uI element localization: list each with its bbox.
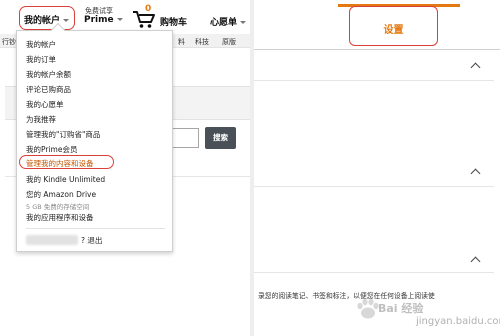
search-input[interactable] bbox=[172, 128, 199, 148]
prime-menu-button[interactable]: Prime bbox=[84, 15, 123, 25]
watermark-url: jingyan.baidu.com bbox=[416, 316, 500, 327]
nav-bar: 我的帐户 免费试享 Prime 0 购物车 心愿单 bbox=[0, 0, 250, 34]
divider bbox=[26, 228, 165, 229]
chevron-up-icon[interactable] bbox=[470, 256, 481, 267]
category-link[interactable]: 料 bbox=[178, 37, 185, 47]
prime-label: Prime bbox=[84, 15, 114, 25]
chevron-up-icon[interactable] bbox=[470, 168, 481, 179]
tab-strip: 设置 bbox=[254, 0, 500, 50]
category-link[interactable]: 行钞 bbox=[2, 37, 16, 47]
cart-icon[interactable] bbox=[132, 9, 156, 29]
menu-item-kindle-unlimited[interactable]: 我的 Kindle Unlimited bbox=[26, 174, 105, 185]
menu-item-my-account[interactable]: 我的帐户 bbox=[26, 39, 56, 50]
tab-settings-label: 设置 bbox=[383, 25, 404, 36]
chevron-down-icon bbox=[63, 19, 70, 22]
signout-link[interactable]: ? 退出 bbox=[81, 235, 102, 246]
chevron-down-icon bbox=[116, 18, 123, 21]
menu-item-prime[interactable]: 我的Prime会员 bbox=[26, 144, 77, 155]
category-link[interactable]: 科技 bbox=[195, 37, 209, 47]
menu-item-content-devices[interactable]: 管理我的内容和设备 bbox=[26, 158, 94, 169]
right-panel: 设置 录您的阅读笔记、书签和标注，以便您在任何设备上阅读使 bbox=[254, 0, 500, 336]
menu-item-subscribe-save[interactable]: 管理我的"订购省"商品 bbox=[26, 129, 100, 140]
menu-item-reviews[interactable]: 评论已购商品 bbox=[26, 84, 71, 95]
menu-item-recommended[interactable]: 为我推荐 bbox=[26, 114, 56, 125]
chevron-down-icon bbox=[240, 21, 247, 24]
reading-sync-description: 录您的阅读笔记、书签和标注，以便您在任何设备上阅读使 bbox=[258, 292, 435, 300]
menu-item-wishlist[interactable]: 我的心愿单 bbox=[26, 99, 64, 110]
watermark: Bai 经验 bbox=[378, 302, 424, 315]
menu-item-balance[interactable]: 我的帐户余额 bbox=[26, 69, 71, 80]
blurred-username bbox=[26, 235, 78, 245]
cart-button[interactable]: 购物车 bbox=[160, 15, 187, 28]
menu-item-amazon-drive[interactable]: 您的 Amazon Drive bbox=[26, 189, 96, 200]
category-link[interactable]: 原版 bbox=[222, 37, 236, 47]
wishlist-menu-button[interactable]: 心愿单 bbox=[210, 15, 247, 28]
wishlist-label: 心愿单 bbox=[210, 18, 238, 28]
divider bbox=[254, 186, 494, 187]
drive-subtitle: 5 GB 免费的存储空间 bbox=[26, 203, 90, 211]
search-button[interactable]: 搜索 bbox=[205, 127, 236, 149]
divider bbox=[254, 80, 494, 81]
menu-item-apps-devices[interactable]: 我的应用程序和设备 bbox=[26, 212, 94, 223]
cart-count: 0 bbox=[145, 4, 152, 14]
divider bbox=[254, 49, 500, 50]
menu-item-my-orders[interactable]: 我的订单 bbox=[26, 54, 56, 65]
left-panel: 我的帐户 免费试享 Prime 0 购物车 心愿单 行钞 料 科技 原版 搜索 … bbox=[0, 0, 250, 336]
divider bbox=[254, 272, 494, 273]
account-dropdown-menu: 我的帐户 我的订单 我的帐户余额 评论已购商品 我的心愿单 为我推荐 管理我的"… bbox=[16, 22, 173, 252]
chevron-up-icon[interactable] bbox=[470, 62, 481, 73]
account-menu-button[interactable]: 我的帐户 bbox=[24, 13, 70, 26]
